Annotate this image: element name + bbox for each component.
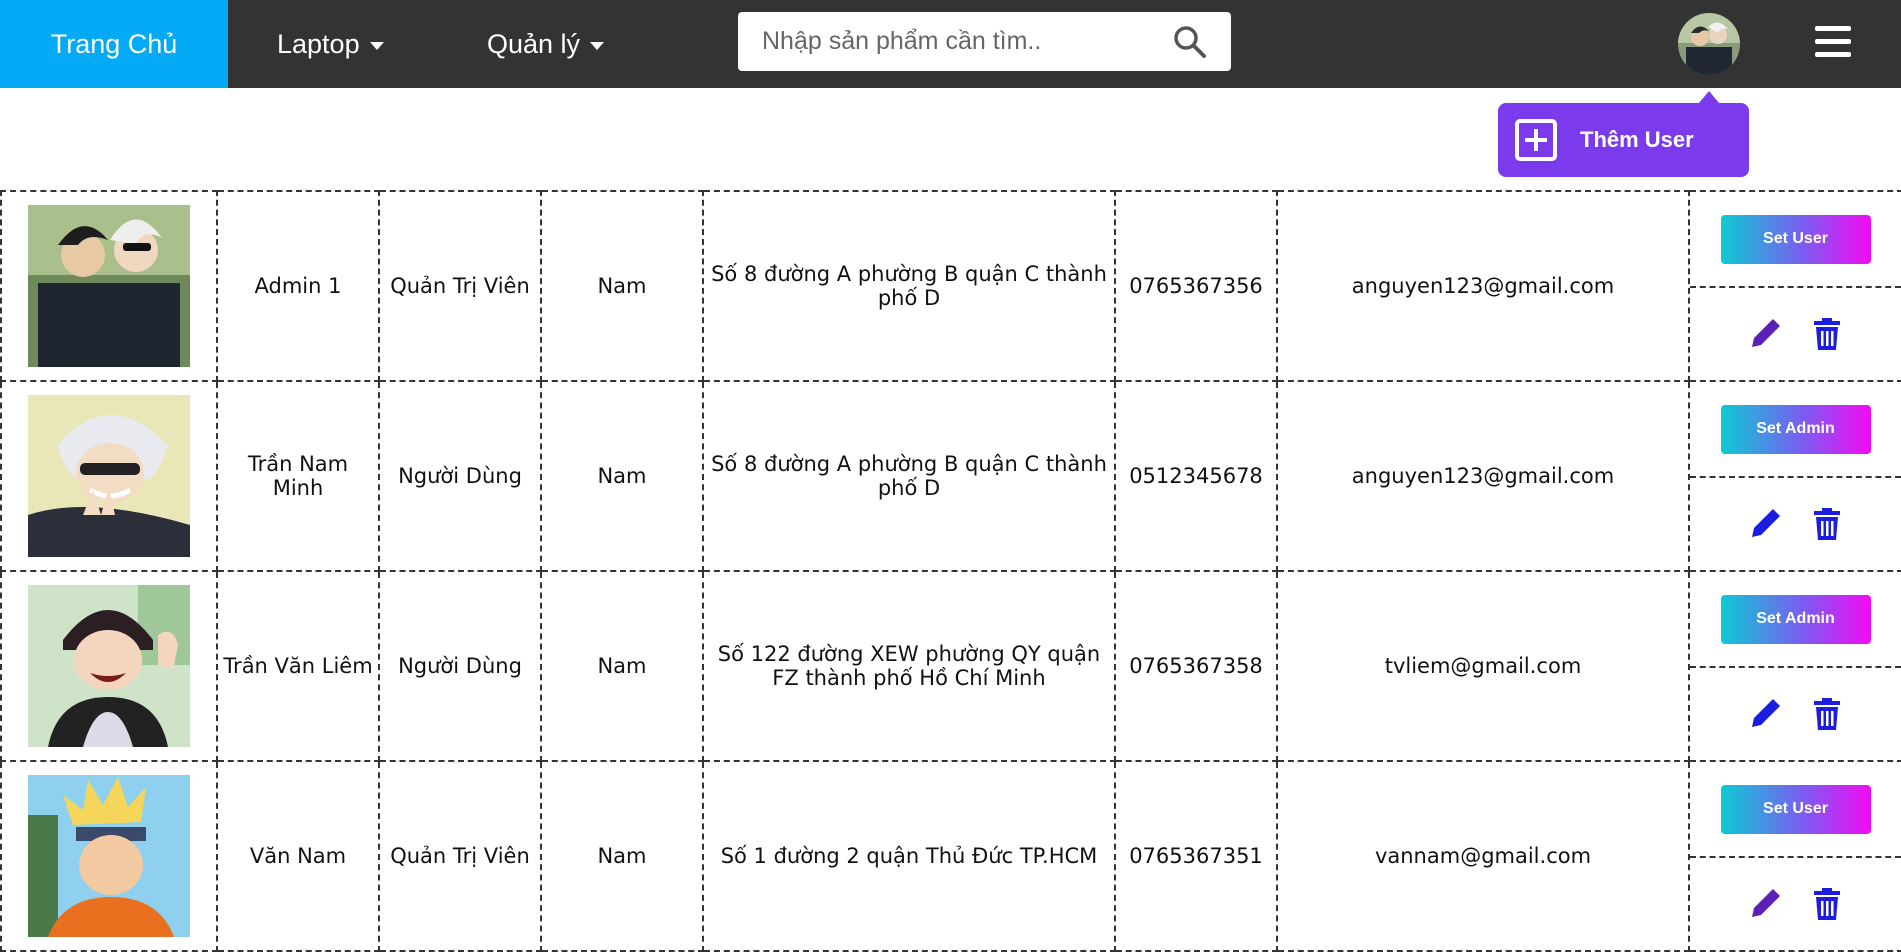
set-role-button[interactable]: Set Admin: [1720, 594, 1871, 644]
search-box: [738, 12, 1231, 71]
user-avatar-cell: [0, 190, 218, 382]
user-avatar[interactable]: [1678, 13, 1740, 75]
table-row: Trần Nam Minh Người Dùng Nam Số 8 đường …: [0, 380, 1901, 572]
user-role: Người Dùng: [378, 380, 542, 572]
set-role-button[interactable]: Set User: [1720, 784, 1871, 834]
hamburger-menu-icon[interactable]: [1815, 26, 1851, 58]
user-actions: Set User: [1688, 760, 1901, 952]
table-row: Văn Nam Quản Trị Viên Nam Số 1 đường 2 q…: [0, 760, 1901, 952]
nav-home-link[interactable]: Trang Chủ: [0, 0, 228, 88]
user-gender: Nam: [540, 760, 704, 952]
pencil-icon[interactable]: [1748, 697, 1782, 731]
user-phone: 0765367351: [1114, 760, 1278, 952]
user-photo: [28, 585, 190, 747]
user-address: Số 1 đường 2 quận Thủ Đức TP.HCM: [702, 760, 1116, 952]
set-role-button[interactable]: Set User: [1720, 214, 1871, 264]
top-navigation-bar: Trang Chủ Laptop Quản lý: [0, 0, 1901, 88]
user-email: anguyen123@gmail.com: [1276, 190, 1690, 382]
add-user-label: Thêm User: [1580, 127, 1694, 152]
user-actions: Set User: [1688, 190, 1901, 382]
user-avatar-cell: [0, 760, 218, 952]
user-actions: Set Admin: [1688, 380, 1901, 572]
add-user-button[interactable]: Thêm User: [1498, 103, 1749, 177]
pencil-icon[interactable]: [1748, 887, 1782, 921]
plus-square-icon: [1515, 119, 1557, 161]
caret-down-icon: [590, 42, 605, 50]
trash-icon[interactable]: [1810, 697, 1844, 731]
pencil-icon[interactable]: [1748, 317, 1782, 351]
user-phone: 0512345678: [1114, 380, 1278, 572]
user-name: Trần Nam Minh: [216, 380, 380, 572]
user-gender: Nam: [540, 380, 704, 572]
pencil-icon[interactable]: [1748, 507, 1782, 541]
nav-laptop-label: Laptop: [277, 28, 360, 59]
nav-manage-label: Quản lý: [487, 28, 581, 59]
user-phone: 0765367356: [1114, 190, 1278, 382]
users-table: Admin 1 Quản Trị Viên Nam Số 8 đường A p…: [0, 190, 1901, 952]
trash-icon[interactable]: [1810, 887, 1844, 921]
set-role-button[interactable]: Set Admin: [1720, 404, 1871, 454]
user-gender: Nam: [540, 570, 704, 762]
user-name: Trần Văn Liêm: [216, 570, 380, 762]
nav-manage-dropdown[interactable]: Quản lý: [487, 0, 605, 88]
user-actions: Set Admin: [1688, 570, 1901, 762]
user-avatar-cell: [0, 380, 218, 572]
user-role: Người Dùng: [378, 570, 542, 762]
user-photo: [28, 395, 190, 557]
user-email: vannam@gmail.com: [1276, 760, 1690, 952]
user-role: Quản Trị Viên: [378, 190, 542, 382]
user-email: tvliem@gmail.com: [1276, 570, 1690, 762]
user-address: Số 8 đường A phường B quận C thành phố D: [702, 380, 1116, 572]
search-icon[interactable]: [1172, 24, 1208, 60]
nav-laptop-dropdown[interactable]: Laptop: [277, 0, 384, 88]
user-avatar-cell: [0, 570, 218, 762]
user-gender: Nam: [540, 190, 704, 382]
trash-icon[interactable]: [1810, 507, 1844, 541]
user-email: anguyen123@gmail.com: [1276, 380, 1690, 572]
user-address: Số 122 đường XEW phường QY quận FZ thành…: [702, 570, 1116, 762]
user-role: Quản Trị Viên: [378, 760, 542, 952]
popover-arrow: [1699, 91, 1719, 103]
user-phone: 0765367358: [1114, 570, 1278, 762]
caret-down-icon: [369, 42, 384, 50]
user-photo: [28, 205, 190, 367]
user-name: Admin 1: [216, 190, 380, 382]
search-input[interactable]: [738, 12, 1158, 71]
trash-icon[interactable]: [1810, 317, 1844, 351]
user-name: Văn Nam: [216, 760, 380, 952]
table-row: Trần Văn Liêm Người Dùng Nam Số 122 đườn…: [0, 570, 1901, 762]
user-address: Số 8 đường A phường B quận C thành phố D: [702, 190, 1116, 382]
user-photo: [28, 775, 190, 937]
table-row: Admin 1 Quản Trị Viên Nam Số 8 đường A p…: [0, 190, 1901, 382]
